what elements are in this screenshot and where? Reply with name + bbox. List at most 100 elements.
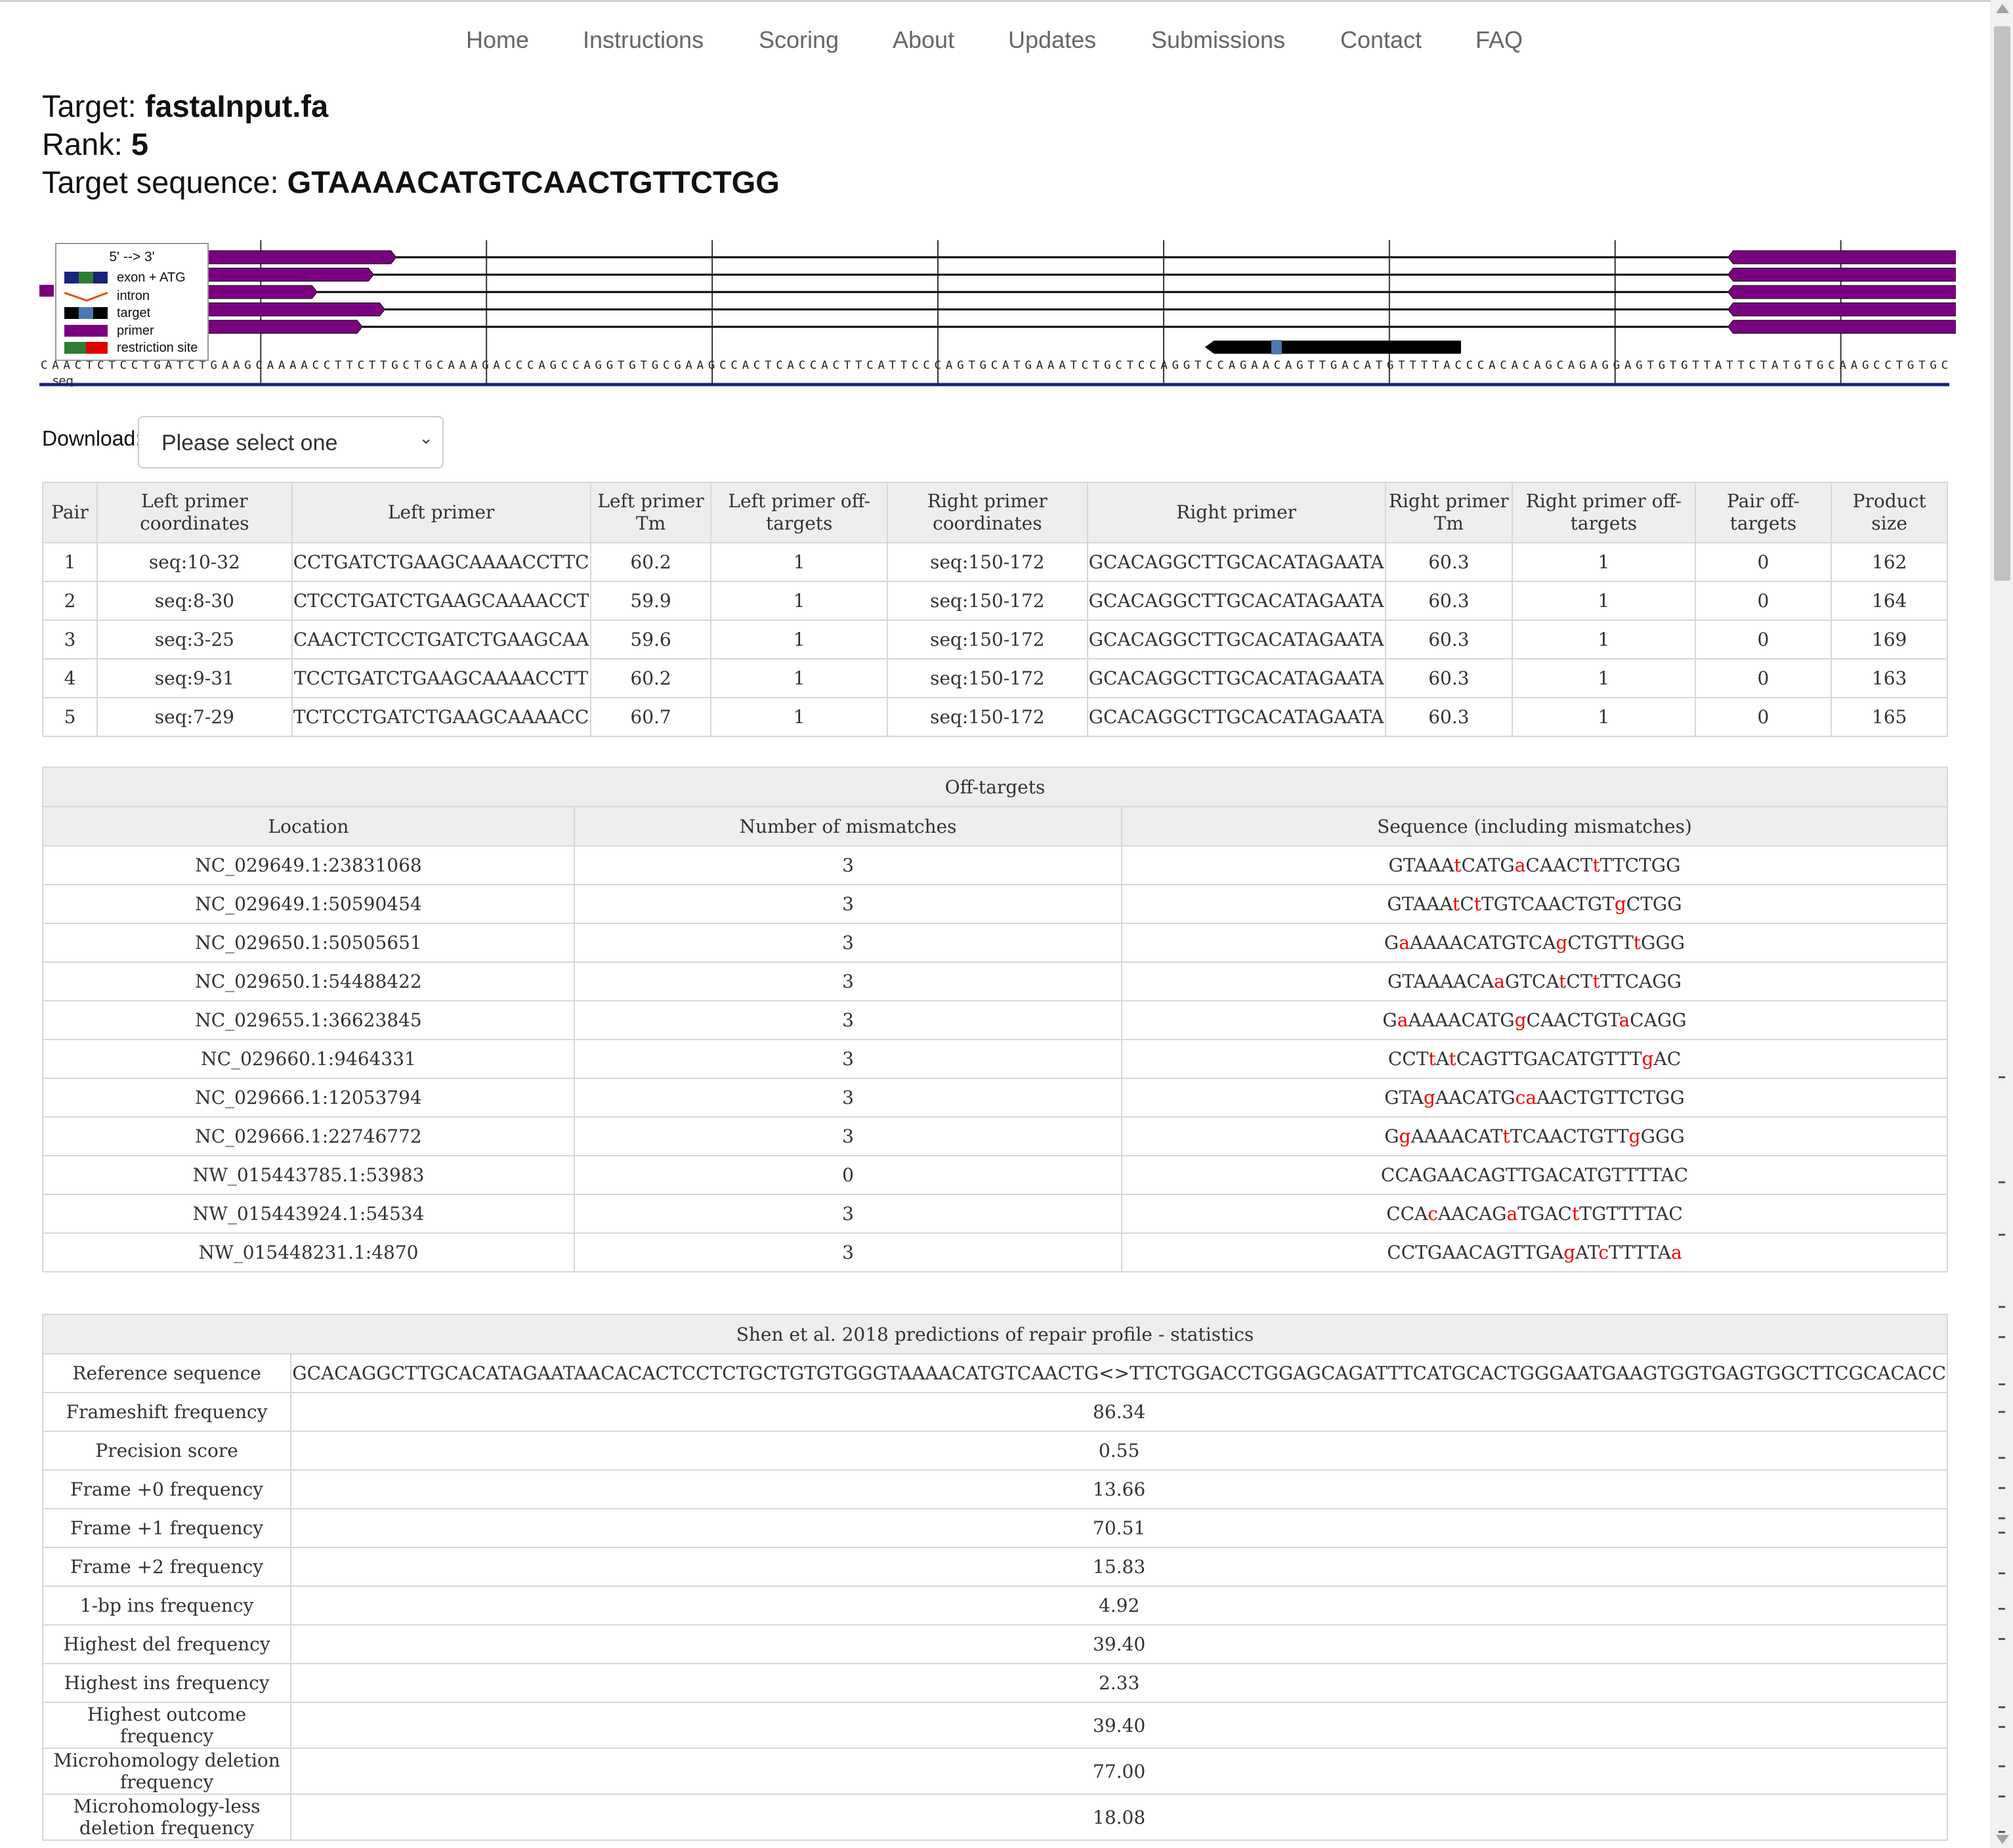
- nav-instructions[interactable]: Instructions: [583, 26, 704, 54]
- base: T: [1416, 1048, 1429, 1070]
- scrollbar-thumb[interactable]: [1994, 26, 2010, 581]
- table-row: Highest ins frequency 2.33: [41, 1663, 1948, 1703]
- vertical-scrollbar[interactable]: [1991, 0, 2013, 1848]
- diagram-legend: 5' --> 3' exon + ATG intron target prime…: [55, 243, 209, 361]
- offtarget-mismatches: 3: [574, 1000, 1122, 1040]
- base: G: [1589, 1125, 1604, 1147]
- legend-target-label: target: [117, 306, 151, 320]
- table-header-row: Pair Left primer coordinates Left primer…: [41, 482, 1948, 543]
- chevron-down-icon: ⌄: [419, 428, 433, 448]
- scrollbar-marker: [1999, 1796, 2005, 1797]
- base: T: [1643, 1087, 1655, 1108]
- base: G: [1504, 971, 1520, 992]
- base: G: [1591, 1203, 1607, 1225]
- base: G: [1384, 1125, 1399, 1147]
- repair-profile-table: Shen et al. 2018 predictions of repair p…: [41, 1314, 1948, 1841]
- base: A: [1535, 893, 1548, 915]
- nav-faq[interactable]: FAQ: [1475, 26, 1523, 54]
- table-row: NC_029649.1:50590454 3 GTAAAtCtTGTCAACTGTg…: [42, 884, 1948, 924]
- scrollbar-marker: [1999, 1457, 2005, 1459]
- rank-label: Rank:: [42, 127, 131, 161]
- table-cell: GCACAGGCTTGCACATAGAATA: [1086, 697, 1386, 737]
- offtargets-title: Off-targets: [42, 766, 1948, 807]
- scrollbar-marker: [1999, 1234, 2005, 1236]
- mismatch-base: t: [1428, 1048, 1436, 1070]
- scrollbar-marker: [1999, 1181, 2005, 1183]
- base: A: [1449, 932, 1463, 954]
- mismatch-base: g: [1424, 1087, 1435, 1108]
- col-header: Left primer off-targets: [710, 482, 888, 543]
- base: C: [1558, 1164, 1573, 1186]
- base: T: [1629, 1048, 1642, 1070]
- base: T: [1617, 1048, 1630, 1070]
- base: A: [1410, 1125, 1424, 1147]
- base: T: [1581, 932, 1594, 954]
- table-cell: 1: [41, 542, 98, 582]
- col-header: Number of mismatches: [574, 806, 1122, 847]
- exon-stub: [39, 285, 54, 297]
- download-select[interactable]: Please select one ⌄: [138, 416, 444, 469]
- base: C: [1462, 932, 1477, 954]
- base: C: [1395, 1164, 1409, 1186]
- col-header: Pair: [41, 482, 98, 543]
- base: T: [1617, 1087, 1629, 1108]
- table-cell: 1: [1512, 658, 1696, 698]
- nav-scoring[interactable]: Scoring: [759, 26, 839, 54]
- base: G: [1387, 971, 1403, 992]
- offtarget-mismatches: 0: [574, 1155, 1122, 1195]
- nav-contact[interactable]: Contact: [1340, 26, 1422, 54]
- base: T: [1399, 1087, 1410, 1108]
- base: G: [1655, 1125, 1670, 1147]
- col-header: Right primer coordinates: [886, 482, 1088, 543]
- nav-submissions[interactable]: Submissions: [1151, 26, 1285, 54]
- offtarget-sequence: GTAAAtCATGaCAACTtTTCTGG: [1121, 845, 1948, 885]
- nav-about[interactable]: About: [893, 26, 954, 54]
- scroll-up-icon[interactable]: [1996, 4, 2009, 13]
- offtarget-location: NC_029655.1:36623845: [42, 1000, 575, 1040]
- stat-label: Highest outcome frequency: [41, 1702, 292, 1749]
- table-row: Frame +2 frequency 15.83: [41, 1547, 1948, 1587]
- table-row: 1 seq:10-32 CCTGATCTGAAGCAAAACCTTC 60.2 1 seq…: [41, 542, 1948, 582]
- base: G: [1523, 1048, 1538, 1070]
- table-cell: seq:150-172: [886, 658, 1088, 698]
- base: A: [1438, 1203, 1452, 1225]
- base: A: [1426, 971, 1440, 992]
- table-row: NC_029655.1:36623845 3 GaAAAACATGgCAACTGTa…: [42, 1000, 1948, 1040]
- nav-home[interactable]: Home: [466, 26, 529, 54]
- base: A: [1442, 1242, 1456, 1263]
- base: A: [1434, 1009, 1449, 1031]
- base: T: [1579, 1203, 1592, 1225]
- base: A: [1424, 1125, 1438, 1147]
- legend-intron-label: intron: [117, 289, 150, 303]
- table-row: Reference sequence GCACAGGCTTGCACATAGAATA…: [41, 1353, 1948, 1393]
- offtarget-sequence: CCTGAACAGTTGAgATcTTTTAa: [1121, 1232, 1948, 1272]
- stat-value: GCACAGGCTTGCACATAGAATAACACACTCCTCTGCTGTG…: [290, 1353, 1948, 1393]
- base: T: [1519, 971, 1532, 992]
- stat-label: Frame +2 frequency: [41, 1547, 292, 1587]
- base: C: [1402, 1048, 1416, 1070]
- table-cell: 59.9: [589, 581, 712, 621]
- stat-label: 1-bp ins frequency: [41, 1586, 292, 1626]
- stat-value: 0.55: [290, 1431, 1948, 1471]
- table-cell: seq:10-32: [96, 542, 293, 582]
- base: A: [1475, 1087, 1489, 1108]
- nav-updates[interactable]: Updates: [1008, 26, 1096, 54]
- mismatch-base: a: [1619, 1009, 1630, 1031]
- base: C: [1526, 1009, 1540, 1031]
- table-row: NW_015443785.1:53983 0 CCAGAACAGTTGACATGTT…: [42, 1155, 1948, 1195]
- base: T: [1489, 932, 1502, 954]
- base: C: [1522, 1125, 1536, 1147]
- base: C: [1561, 893, 1576, 915]
- base: A: [1538, 1048, 1552, 1070]
- base: T: [1577, 1048, 1590, 1070]
- scroll-down-icon[interactable]: [1996, 1835, 2009, 1844]
- table-row: Frame +0 frequency 13.66: [41, 1469, 1948, 1509]
- table-cell: 0: [1694, 697, 1833, 737]
- stat-label: Frame +0 frequency: [41, 1469, 292, 1509]
- base: A: [1450, 1164, 1464, 1186]
- base: G: [1384, 932, 1399, 954]
- download-label: Download:: [42, 427, 142, 450]
- base: G: [1657, 1009, 1672, 1031]
- base: C: [1401, 1242, 1416, 1263]
- offtarget-location: NW_015443785.1:53983: [42, 1155, 575, 1195]
